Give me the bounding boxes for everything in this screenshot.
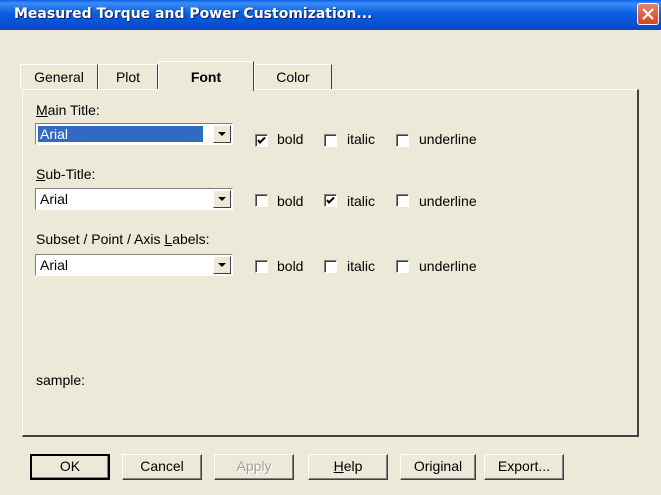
dropdown-button[interactable]	[213, 256, 231, 274]
tab-font[interactable]: Font	[158, 61, 254, 91]
axis-labels-italic-label: italic	[347, 258, 376, 274]
axis-labels-italic-checkbox[interactable]	[324, 260, 337, 273]
axis-labels-label: Subset / Point / Axis Labels:	[36, 231, 210, 247]
main-title-font-value: Arial	[38, 126, 203, 142]
original-button[interactable]: Original	[400, 454, 476, 480]
export-button[interactable]: Export...	[484, 454, 564, 480]
dropdown-button[interactable]	[213, 125, 231, 143]
sample-label: sample:	[36, 372, 86, 388]
ok-button[interactable]: OK	[30, 454, 110, 480]
tab-general[interactable]: General	[20, 64, 98, 90]
axis-labels-underline-label: underline	[419, 258, 477, 274]
main-title-underline-label: underline	[419, 131, 477, 147]
sub-title-font-value: Arial	[40, 191, 69, 207]
tab-color[interactable]: Color	[254, 64, 332, 90]
title-bar[interactable]: Measured Torque and Power Customization.…	[0, 0, 661, 30]
main-title-bold-checkbox[interactable]	[255, 134, 268, 147]
sub-title-italic-checkbox[interactable]	[324, 194, 337, 207]
sub-title-underline-checkbox[interactable]	[396, 194, 409, 207]
axis-labels-font-value: Arial	[40, 257, 69, 273]
help-button[interactable]: Help	[308, 454, 388, 480]
sub-title-italic-label: italic	[347, 193, 376, 209]
axis-labels-underline-checkbox[interactable]	[396, 260, 409, 273]
sub-title-bold-checkbox[interactable]	[255, 194, 268, 207]
sub-title-font-select[interactable]: Arial	[35, 188, 233, 210]
axis-labels-font-select[interactable]: Arial	[35, 254, 233, 276]
main-title-italic-checkbox[interactable]	[324, 134, 337, 147]
main-title-font-select[interactable]: Arial	[35, 123, 233, 145]
tab-plot[interactable]: Plot	[98, 64, 158, 90]
axis-labels-bold-checkbox[interactable]	[255, 260, 268, 273]
axis-labels-bold-label: bold	[277, 258, 304, 274]
main-title-underline-checkbox[interactable]	[396, 134, 409, 147]
cancel-button[interactable]: Cancel	[122, 454, 202, 480]
window-title: Measured Torque and Power Customization.…	[14, 6, 373, 22]
sub-title-label: Sub-Title:	[36, 166, 96, 182]
dropdown-button[interactable]	[213, 190, 231, 208]
apply-button[interactable]: Apply	[214, 454, 294, 480]
close-button[interactable]	[637, 3, 659, 25]
sub-title-underline-label: underline	[419, 193, 477, 209]
main-title-bold-label: bold	[277, 131, 304, 147]
main-title-label: Main Title:	[36, 102, 100, 118]
main-title-italic-label: italic	[347, 131, 376, 147]
sub-title-bold-label: bold	[277, 193, 304, 209]
